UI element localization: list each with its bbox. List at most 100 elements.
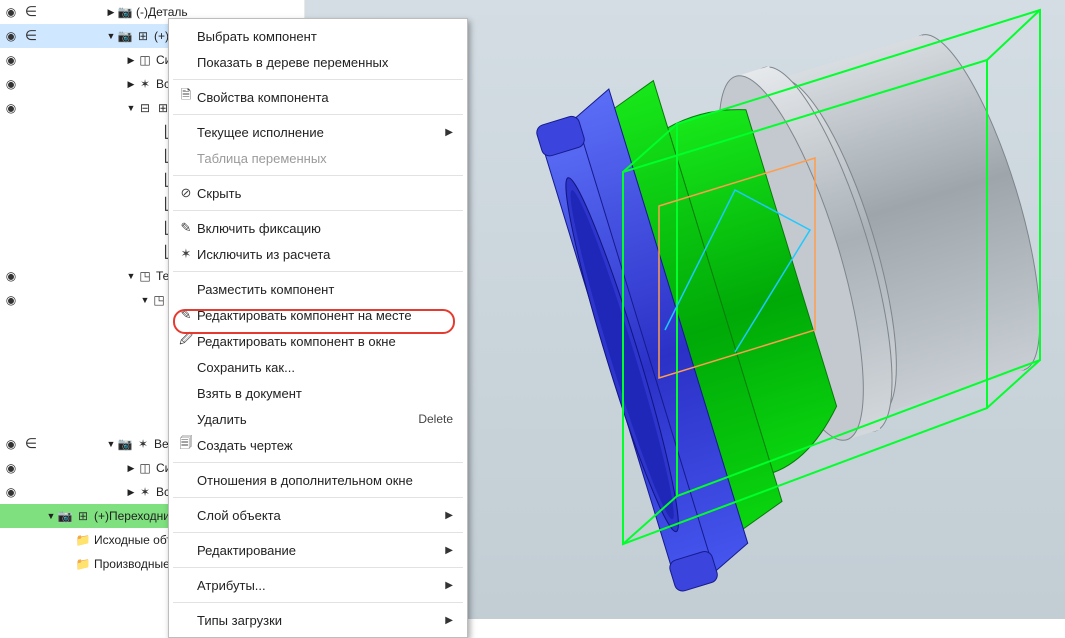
menu-item[interactable]: УдалитьDelete	[169, 406, 467, 432]
menu-item-label: Редактирование	[197, 543, 445, 558]
visibility-icon[interactable]: ◉	[0, 461, 22, 475]
menu-item[interactable]: Атрибуты...▶	[169, 572, 467, 598]
menu-item[interactable]: Показать в дереве переменных	[169, 49, 467, 75]
node-icon: ✶	[135, 436, 151, 452]
menu-item[interactable]: Текущее исполнение▶	[169, 119, 467, 145]
menu-item-label: Редактировать компонент в окне	[197, 334, 453, 349]
menu-item[interactable]: Разместить компонент	[169, 276, 467, 302]
menu-separator	[173, 79, 463, 80]
menu-item-icon: ⊘	[175, 185, 197, 201]
menu-item-label: Взять в документ	[197, 386, 453, 401]
menu-item[interactable]: Выбрать компонент	[169, 23, 467, 49]
menu-item[interactable]: ✎Включить фиксацию	[169, 215, 467, 241]
menu-item[interactable]: 🖉Редактировать компонент в окне	[169, 328, 467, 354]
menu-item[interactable]: ⊘Скрыть	[169, 180, 467, 206]
node-icon: 📁	[75, 532, 91, 548]
menu-item-shortcut: Delete	[418, 412, 453, 426]
menu-item-label: Сохранить как...	[197, 360, 453, 375]
menu-item[interactable]: Взять в документ	[169, 380, 467, 406]
submenu-arrow-icon: ▶	[445, 127, 453, 138]
menu-item[interactable]: Отношения в дополнительном окне	[169, 467, 467, 493]
visibility-icon[interactable]: ◉	[0, 437, 22, 451]
node-icon: ✶	[137, 484, 153, 500]
menu-item-label: Таблица переменных	[197, 151, 453, 166]
menu-item[interactable]: 🗎Свойства компонента	[169, 84, 467, 110]
node-icon: ⊞	[135, 28, 151, 44]
submenu-arrow-icon: ▶	[445, 615, 453, 626]
menu-item-icon: 🖉	[175, 330, 197, 352]
expand-caret[interactable]: ▼	[106, 439, 116, 449]
menu-item-icon: ✎	[175, 307, 197, 323]
menu-separator	[173, 210, 463, 211]
visibility-icon[interactable]: ◉	[0, 77, 22, 91]
submenu-arrow-icon: ▶	[445, 545, 453, 556]
menu-separator	[173, 602, 463, 603]
expand-caret[interactable]: ▶	[106, 7, 116, 18]
include-icon[interactable]: ∈	[22, 436, 40, 453]
visibility-icon[interactable]: ◉	[0, 53, 22, 67]
menu-separator	[173, 271, 463, 272]
node-icon: ⊟	[137, 100, 153, 116]
context-menu[interactable]: Выбрать компонент Показать в дереве перем…	[168, 18, 468, 638]
menu-item: Таблица переменных	[169, 145, 467, 171]
expand-caret[interactable]: ▶	[126, 487, 136, 498]
menu-item[interactable]: Сохранить как...	[169, 354, 467, 380]
node-icon: ◫	[137, 460, 153, 476]
visibility-icon[interactable]: ◉	[0, 293, 22, 307]
menu-separator	[173, 497, 463, 498]
menu-item[interactable]: ✶Исключить из расчета	[169, 241, 467, 267]
menu-item-icon: 🗎	[175, 86, 197, 108]
visibility-icon[interactable]: ◉	[0, 485, 22, 499]
menu-item-icon: ✶	[175, 246, 197, 262]
menu-separator	[173, 114, 463, 115]
expand-caret[interactable]: ▶	[126, 463, 136, 474]
menu-item-label: Отношения в дополнительном окне	[197, 473, 453, 488]
expand-caret[interactable]: ▼	[46, 511, 56, 521]
expand-caret[interactable]: ▼	[140, 295, 150, 305]
menu-item-label: Типы загрузки	[197, 613, 445, 628]
visibility-icon[interactable]: ◉	[0, 269, 22, 283]
menu-separator	[173, 532, 463, 533]
expand-caret[interactable]: ▼	[126, 103, 136, 113]
menu-separator	[173, 175, 463, 176]
visibility-icon[interactable]: ◉	[0, 101, 22, 115]
include-icon[interactable]: ∈	[22, 4, 40, 21]
menu-separator	[173, 462, 463, 463]
menu-item-label: Слой объекта	[197, 508, 445, 523]
menu-item-label: Выбрать компонент	[197, 29, 453, 44]
include-icon[interactable]: ∈	[22, 28, 40, 45]
node-icon: 📷	[117, 436, 133, 452]
submenu-arrow-icon: ▶	[445, 510, 453, 521]
menu-item[interactable]: Типы загрузки▶	[169, 607, 467, 633]
menu-item-label: Удалить	[197, 412, 418, 427]
visibility-icon[interactable]: ◉	[0, 29, 22, 43]
menu-item[interactable]: Слой объекта▶	[169, 502, 467, 528]
tree-row-label: (-)Деталь	[134, 5, 188, 19]
node-icon: ◳	[137, 268, 153, 284]
menu-item-label: Создать чертеж	[197, 438, 453, 453]
menu-item-label: Показать в дереве переменных	[197, 55, 453, 70]
menu-item[interactable]: ✎Редактировать компонент на месте	[169, 302, 467, 328]
submenu-arrow-icon: ▶	[445, 580, 453, 591]
menu-item-label: Текущее исполнение	[197, 125, 445, 140]
visibility-icon[interactable]: ◉	[0, 5, 22, 19]
menu-item-label: Исключить из расчета	[197, 247, 453, 262]
expand-caret[interactable]: ▶	[126, 55, 136, 66]
expand-caret[interactable]: ▶	[126, 79, 136, 90]
menu-item-label: Свойства компонента	[197, 90, 453, 105]
menu-item-label: Атрибуты...	[197, 578, 445, 593]
menu-separator	[173, 567, 463, 568]
expand-caret[interactable]: ▼	[106, 31, 116, 41]
node-icon: 📷	[117, 28, 133, 44]
node-icon: 📁	[75, 556, 91, 572]
expand-caret[interactable]: ▼	[126, 271, 136, 281]
menu-item-label: Разместить компонент	[197, 282, 453, 297]
menu-item[interactable]: Редактирование▶	[169, 537, 467, 563]
node-icon: 📷	[57, 508, 73, 524]
menu-item-icon: 🗐	[175, 434, 197, 456]
node-icon: ◫	[137, 52, 153, 68]
node-icon: 📷	[117, 4, 133, 20]
menu-item[interactable]: 🗐Создать чертеж	[169, 432, 467, 458]
node-icon: ✶	[137, 76, 153, 92]
menu-item-label: Включить фиксацию	[197, 221, 453, 236]
